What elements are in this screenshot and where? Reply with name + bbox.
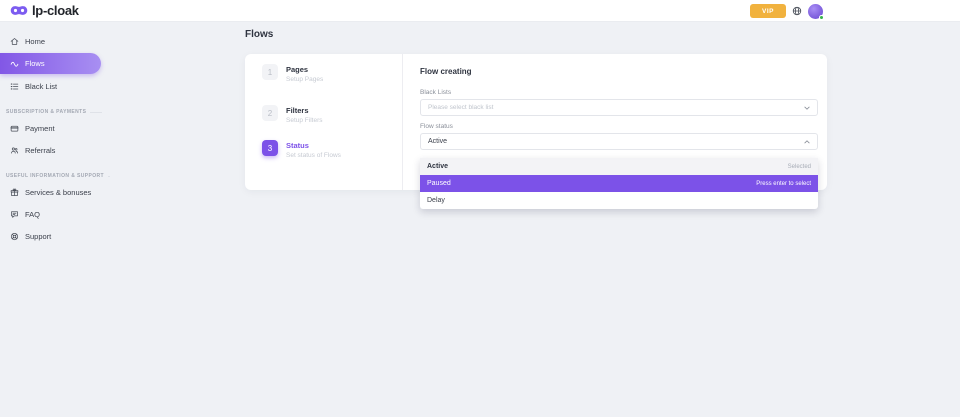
credit-card-icon <box>10 124 19 133</box>
black-lists-label: Black Lists <box>420 89 818 96</box>
flow-status-value: Active <box>428 138 447 145</box>
user-avatar[interactable] <box>808 4 823 19</box>
sidebar-item-label: Black List <box>25 82 57 91</box>
sidebar-item-services-bonuses[interactable]: Services & bonuses <box>0 182 110 202</box>
chevron-down-icon <box>804 106 810 110</box>
mask-logo-icon <box>10 5 28 16</box>
wizard-steps: 1 Pages Setup Pages 2 Filters Setup Filt… <box>262 54 392 159</box>
dropdown-option-paused[interactable]: Paused Press enter to select <box>420 175 818 192</box>
dropdown-option-active[interactable]: Active Selected <box>420 158 818 175</box>
language-globe-icon[interactable] <box>792 6 802 16</box>
flow-status-dropdown: Active Selected Paused Press enter to se… <box>420 158 818 209</box>
vip-button[interactable]: VIP <box>750 4 786 18</box>
online-status-dot <box>819 15 824 20</box>
sidebar-item-label: Payment <box>25 124 55 133</box>
section-label: USEFUL INFORMATION & SUPPORT <box>6 173 104 179</box>
dropdown-option-delay[interactable]: Delay <box>420 192 818 209</box>
flows-icon <box>10 59 19 68</box>
sidebar-item-payment[interactable]: Payment <box>0 118 110 138</box>
app-logo[interactable]: lp-cloak <box>10 3 79 18</box>
step-subtitle: Set status of Flows <box>286 152 341 159</box>
sidebar-item-support[interactable]: Support <box>0 226 110 246</box>
topbar-actions: VIP <box>750 0 823 22</box>
sidebar-item-referrals[interactable]: Referrals <box>0 140 110 160</box>
step-number: 2 <box>262 105 278 121</box>
top-bar: lp-cloak VIP <box>0 0 960 22</box>
black-lists-placeholder: Please select black list <box>428 104 493 111</box>
flow-status-select[interactable]: Active <box>420 133 818 150</box>
logo-text: lp-cloak <box>32 3 79 18</box>
gift-icon <box>10 188 19 197</box>
sidebar-item-faq[interactable]: FAQ <box>0 204 110 224</box>
sidebar-item-black-list[interactable]: Black List <box>0 76 110 96</box>
list-icon <box>10 82 19 91</box>
home-icon <box>10 37 19 46</box>
step-number: 1 <box>262 64 278 80</box>
sidebar-item-label: Support <box>25 232 51 241</box>
flow-status-label: Flow status <box>420 123 818 130</box>
step-pages[interactable]: 1 Pages Setup Pages <box>262 64 392 83</box>
sidebar-section-support: USEFUL INFORMATION & SUPPORT <box>6 173 102 179</box>
lifebuoy-icon <box>10 232 19 241</box>
black-lists-select[interactable]: Please select black list <box>420 99 818 116</box>
step-title: Status <box>286 141 341 150</box>
step-subtitle: Setup Filters <box>286 117 323 124</box>
step-status[interactable]: 3 Status Set status of Flows <box>262 140 392 159</box>
step-number: 3 <box>262 140 278 156</box>
sidebar-item-label: Flows <box>25 59 45 68</box>
people-icon <box>10 146 19 155</box>
chat-question-icon <box>10 210 19 219</box>
sidebar-item-label: Services & bonuses <box>25 188 91 197</box>
option-label: Paused <box>427 180 451 187</box>
sidebar-item-label: FAQ <box>25 210 40 219</box>
option-hint: Press enter to select <box>756 181 811 187</box>
sidebar-item-label: Referrals <box>25 146 55 155</box>
sidebar-item-home[interactable]: Home <box>0 31 110 51</box>
option-label: Active <box>427 163 448 170</box>
step-title: Filters <box>286 106 323 115</box>
option-label: Delay <box>427 197 445 204</box>
option-hint: Selected <box>788 164 811 170</box>
sidebar-section-subscription: SUBSCRIPTION & PAYMENTS <box>6 109 102 115</box>
step-filters[interactable]: 2 Filters Setup Filters <box>262 105 392 124</box>
step-title: Pages <box>286 65 323 74</box>
sidebar-item-flows[interactable]: Flows <box>0 53 101 74</box>
flow-creating-card: 1 Pages Setup Pages 2 Filters Setup Filt… <box>245 54 827 190</box>
sidebar-item-label: Home <box>25 37 45 46</box>
chevron-up-icon <box>804 140 810 144</box>
form-title: Flow creating <box>420 67 818 76</box>
page-title: Flows <box>245 29 273 40</box>
step-subtitle: Setup Pages <box>286 76 323 83</box>
section-label: SUBSCRIPTION & PAYMENTS <box>6 109 86 115</box>
flow-creating-form: Flow creating Black Lists Please select … <box>420 54 818 150</box>
sidebar: Home Flows Black List SUBSCRIPTION & PAY… <box>0 22 110 246</box>
card-divider <box>402 54 403 190</box>
